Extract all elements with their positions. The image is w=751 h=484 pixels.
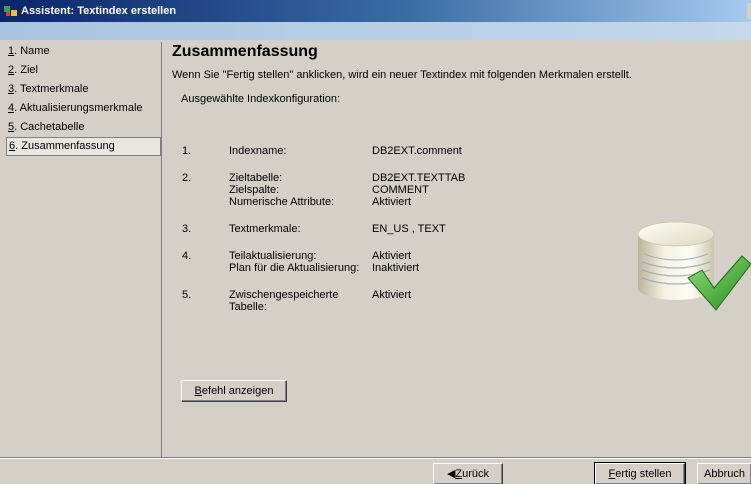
nav-step-name[interactable]: 1. Name [6,42,161,61]
nav-step-cache-table[interactable]: 5. Cachetabelle [6,118,161,137]
nav-step-summary[interactable]: 6. Zusammenfassung [6,137,161,156]
summary-panel: Zusammenfassung Wenn Sie "Fertig stellen… [163,40,751,458]
intro-text: Wenn Sie "Fertig stellen" anklicken, wir… [172,69,632,81]
section-label: Ausgewählte Indexkonfiguration: [181,93,340,105]
nav-step-text-properties[interactable]: 3. Textmerkmale [6,80,161,99]
window-title: Assistent: Textindex erstellen [21,5,177,17]
cancel-button[interactable]: Abbruch [697,463,751,484]
window-control-edge[interactable] [747,3,751,19]
database-check-icon [628,210,751,320]
wizard-step-nav: 1. Name 2. Ziel 3. Textmerkmale 4. Aktua… [6,42,162,457]
nav-step-target[interactable]: 2. Ziel [6,61,161,80]
finish-button[interactable]: Fertig stellen [594,462,686,484]
show-command-button[interactable]: Befehl anzeigen [181,380,287,402]
wizard-footer: ◀Zurück Fertig stellen Abbruch [0,457,751,484]
nav-step-update-properties[interactable]: 4. Aktualisierungsmerkmale [6,99,161,118]
back-button[interactable]: ◀Zurück [433,463,503,484]
page-title: Zusammenfassung [172,43,318,60]
wizard-app-icon [3,3,19,19]
title-bar: Assistent: Textindex erstellen [0,0,751,22]
header-banner [0,22,751,40]
